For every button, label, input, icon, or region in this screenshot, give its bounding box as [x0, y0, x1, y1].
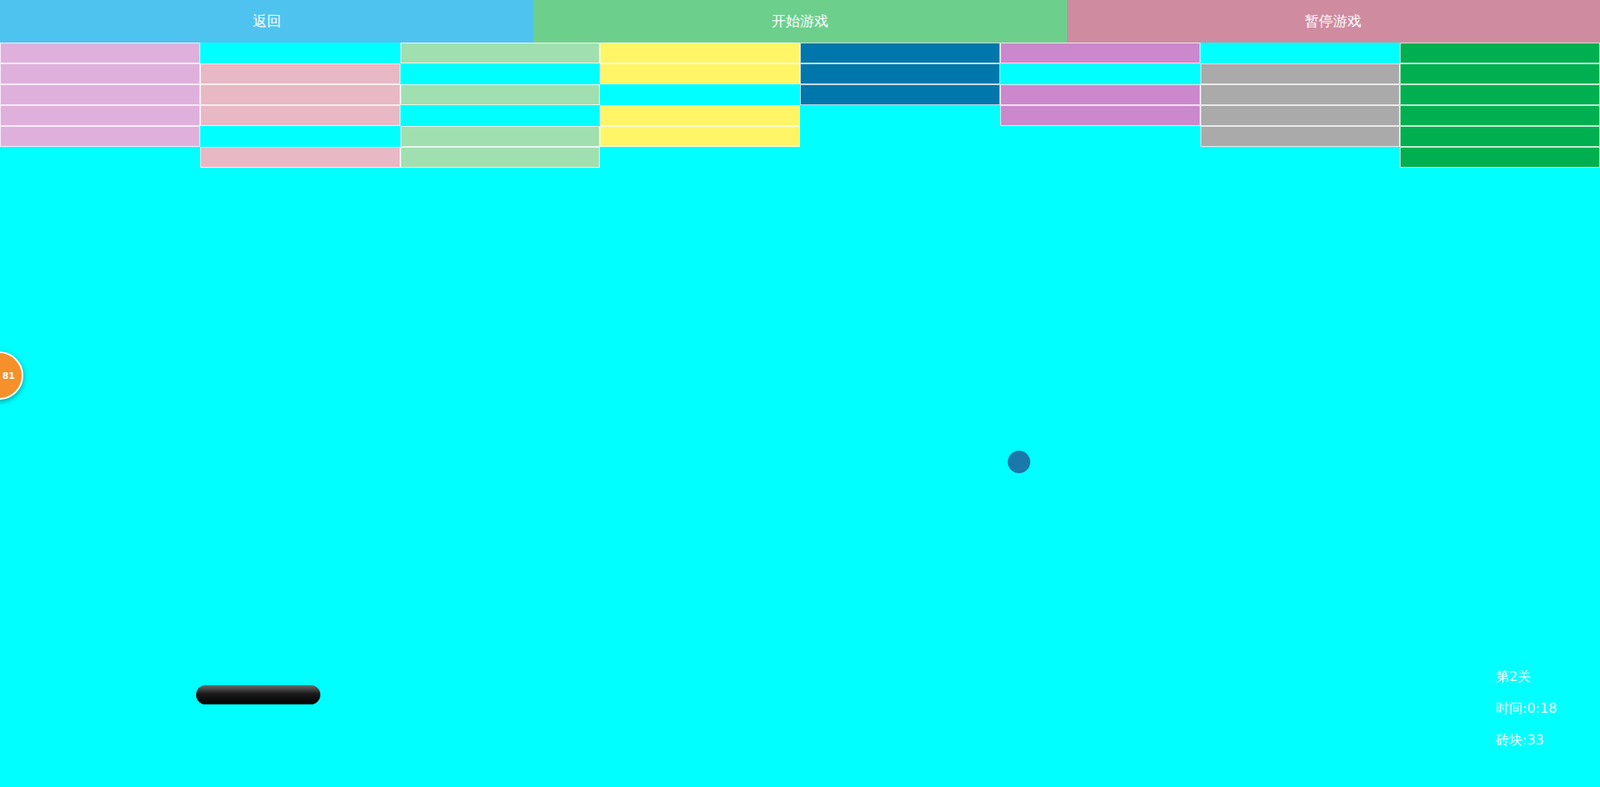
brick	[800, 105, 1001, 126]
brick	[200, 105, 401, 126]
floating-badge[interactable]: 81	[0, 351, 24, 400]
status-panel: 第2关时间:0:18 砖块:33	[1495, 668, 1557, 748]
brick	[400, 146, 601, 168]
level-label: 第2关	[1495, 668, 1557, 685]
brick	[200, 63, 401, 85]
brick	[599, 84, 800, 106]
brick	[400, 63, 601, 85]
brick-wall	[0, 42, 1600, 168]
brick	[1000, 105, 1201, 126]
brick	[800, 42, 1001, 64]
brick	[1399, 84, 1600, 106]
brick	[1399, 105, 1600, 126]
brick	[0, 105, 201, 126]
brick	[0, 84, 201, 106]
brick	[599, 105, 800, 126]
brick	[200, 146, 401, 168]
brick	[0, 125, 201, 147]
brick	[200, 125, 401, 147]
brick	[200, 84, 401, 106]
brick	[800, 84, 1001, 106]
ball	[1007, 450, 1031, 473]
brick	[1000, 146, 1201, 168]
brick	[1399, 125, 1600, 147]
brick	[1399, 42, 1600, 64]
brick	[400, 42, 601, 64]
brick	[400, 125, 601, 147]
brick	[1399, 146, 1600, 168]
brick	[599, 63, 800, 85]
brick	[1200, 146, 1401, 168]
brick	[1200, 84, 1401, 106]
brick	[1000, 63, 1201, 85]
brick	[800, 63, 1001, 85]
brick	[0, 146, 201, 168]
brick	[599, 125, 800, 147]
game-field: 81 第2关时间:0:18 砖块:33	[0, 42, 1600, 787]
brick	[1000, 125, 1201, 147]
paddle[interactable]	[196, 684, 321, 705]
time-label: 时间:0:18	[1495, 699, 1557, 716]
brick	[400, 105, 601, 126]
brick	[1000, 42, 1201, 64]
brick	[1000, 84, 1201, 106]
brick	[1200, 125, 1401, 147]
brick	[0, 42, 201, 64]
toolbar: 返回开始游戏暂停游戏	[0, 0, 1600, 43]
brick	[599, 146, 800, 168]
brick	[0, 63, 201, 85]
brick-count: 砖块:33	[1495, 731, 1557, 748]
brick	[800, 146, 1001, 168]
brick	[800, 125, 1001, 147]
toolbar-button[interactable]: 开始游戏	[533, 0, 1067, 43]
game-page: 返回开始游戏暂停游戏 81 第2关时间:0:18 砖块:33	[0, 0, 1600, 787]
brick	[1200, 105, 1401, 126]
toolbar-button[interactable]: 返回	[0, 0, 534, 43]
toolbar-button[interactable]: 暂停游戏	[1066, 0, 1600, 43]
brick	[200, 42, 401, 64]
brick	[599, 42, 800, 64]
brick	[1399, 63, 1600, 85]
brick	[1200, 42, 1401, 64]
brick	[400, 84, 601, 106]
brick	[1200, 63, 1401, 85]
